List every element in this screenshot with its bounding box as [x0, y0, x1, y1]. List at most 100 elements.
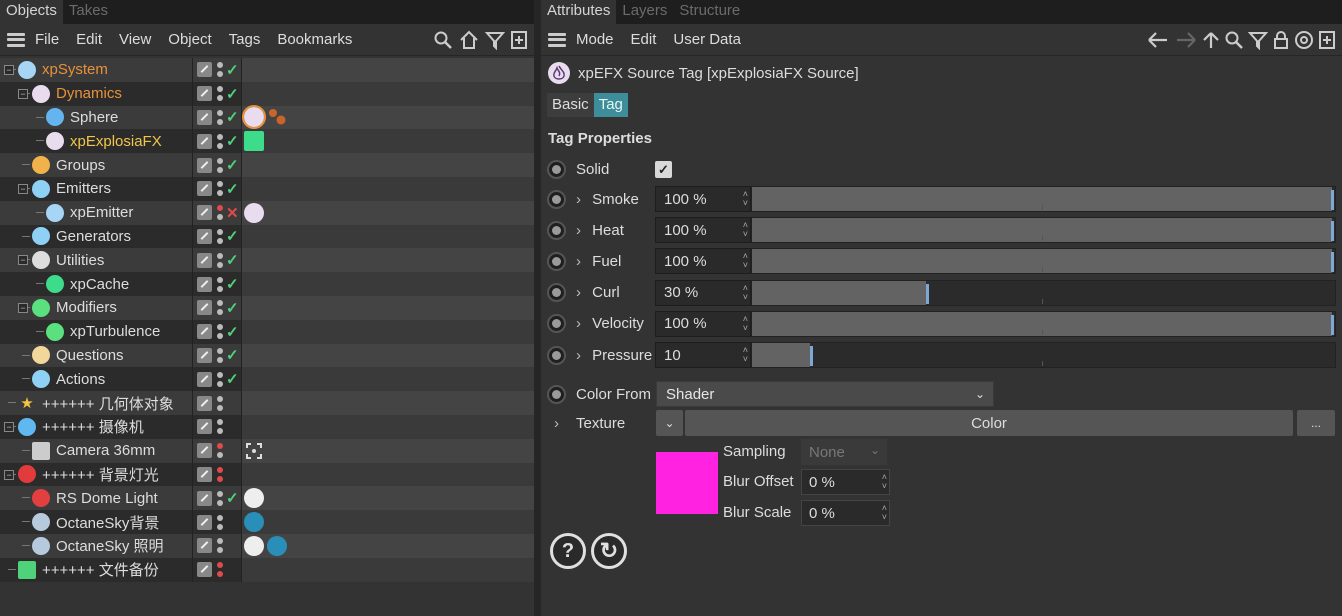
animate-radio[interactable]: [547, 283, 566, 303]
spinner-icon[interactable]: ˄ ˅: [743, 346, 748, 364]
layer-toggle-icon[interactable]: [197, 252, 212, 268]
enabled-check-icon[interactable]: ✓: [226, 108, 239, 126]
layer-toggle-icon[interactable]: [197, 157, 212, 173]
enabled-check-icon[interactable]: ✓: [226, 156, 239, 174]
hamburger-icon[interactable]: [7, 32, 25, 47]
layer-toggle-icon[interactable]: [197, 395, 212, 411]
visibility-dots-icon[interactable]: [217, 443, 223, 459]
disabled-cross-icon[interactable]: ✕: [226, 204, 239, 222]
blur-scale-field[interactable]: 0 % ˄ ˅: [801, 500, 890, 526]
visibility-dots-icon[interactable]: [217, 181, 223, 197]
object-row[interactable]: OctaneSky背景: [0, 510, 534, 534]
object-row[interactable]: − xpSystem ✓: [0, 58, 534, 82]
layer-toggle-icon[interactable]: [197, 133, 212, 149]
enabled-check-icon[interactable]: ✓: [226, 323, 239, 341]
object-name-cell[interactable]: ++++++ 文件备份: [0, 557, 192, 582]
object-name-cell[interactable]: xpTurbulence: [0, 319, 192, 344]
visibility-dots-icon[interactable]: [217, 395, 223, 411]
layer-toggle-icon[interactable]: [197, 514, 212, 530]
reset-icon[interactable]: ↻: [591, 533, 627, 569]
animate-radio[interactable]: [547, 345, 566, 365]
object-row[interactable]: − ++++++ 摄像机: [0, 414, 534, 439]
object-row[interactable]: − Modifiers ✓: [0, 295, 534, 320]
compositing-tag-icon[interactable]: [244, 488, 264, 509]
menu-file[interactable]: File: [35, 31, 59, 48]
sampling-dropdown[interactable]: None ⌄: [801, 439, 887, 465]
object-row[interactable]: Generators ✓: [0, 224, 534, 249]
param-value-field[interactable]: 100 % ˄ ˅: [655, 186, 751, 212]
enabled-check-icon[interactable]: ✓: [226, 370, 239, 388]
spinner-icon[interactable]: ˄ ˅: [743, 190, 748, 208]
object-row[interactable]: − ++++++ 背景灯光: [0, 462, 534, 487]
object-name-cell[interactable]: Camera 36mm: [0, 438, 192, 463]
visibility-dots-icon[interactable]: [217, 490, 223, 506]
layer-toggle-icon[interactable]: [197, 228, 212, 244]
object-name-cell[interactable]: xpExplosiaFX: [0, 129, 192, 154]
object-name-cell[interactable]: Questions: [0, 343, 192, 368]
compositing-tag-icon[interactable]: [244, 535, 264, 556]
animate-radio[interactable]: [547, 220, 566, 240]
tab-basic[interactable]: Basic: [547, 93, 594, 117]
visibility-dots-icon[interactable]: [217, 133, 223, 149]
tab-layers[interactable]: Layers: [616, 0, 673, 24]
slider-knob[interactable]: [1331, 252, 1334, 273]
object-row[interactable]: Questions ✓: [0, 343, 534, 368]
target-icon[interactable]: [1294, 30, 1314, 50]
object-row[interactable]: xpCache ✓: [0, 272, 534, 296]
collapse-toggle-icon[interactable]: −: [4, 421, 14, 432]
home-icon[interactable]: [458, 30, 480, 50]
object-name-cell[interactable]: Actions: [0, 367, 192, 392]
visibility-dots-icon[interactable]: [217, 514, 223, 530]
visibility-dots-icon[interactable]: [217, 300, 223, 316]
solid-checkbox[interactable]: ✓: [655, 160, 672, 178]
object-row[interactable]: Groups ✓: [0, 153, 534, 177]
help-icon[interactable]: ?: [550, 533, 586, 569]
enabled-check-icon[interactable]: ✓: [226, 85, 239, 103]
layer-toggle-icon[interactable]: [197, 538, 212, 554]
visibility-dots-icon[interactable]: [217, 157, 223, 173]
object-row[interactable]: xpEmitter ✕: [0, 200, 534, 225]
object-name-cell[interactable]: − xpSystem: [0, 58, 192, 82]
animate-radio[interactable]: [547, 314, 566, 334]
lock-icon[interactable]: [1272, 30, 1290, 50]
object-name-cell[interactable]: OctaneSky 照明: [0, 533, 192, 558]
object-name-cell[interactable]: OctaneSky背景: [0, 510, 192, 534]
enabled-check-icon[interactable]: ✓: [226, 132, 239, 150]
layer-toggle-icon[interactable]: [197, 324, 212, 340]
slider-knob[interactable]: [1331, 221, 1334, 242]
octane-environment-tag-icon[interactable]: [267, 535, 287, 556]
object-row[interactable]: Camera 36mm: [0, 438, 534, 463]
visibility-dots-icon[interactable]: [217, 324, 223, 340]
layer-toggle-icon[interactable]: [197, 443, 212, 459]
object-name-cell[interactable]: RS Dome Light: [0, 486, 192, 511]
slider-knob[interactable]: [810, 346, 813, 366]
filter-icon[interactable]: [485, 30, 505, 50]
animate-radio[interactable]: [547, 384, 566, 404]
visibility-dots-icon[interactable]: [217, 276, 223, 292]
visibility-dots-icon[interactable]: [217, 419, 223, 435]
slider-knob[interactable]: [1331, 314, 1334, 335]
layer-toggle-icon[interactable]: [197, 86, 212, 102]
new-panel-icon[interactable]: [1318, 30, 1336, 50]
param-slider[interactable]: [751, 217, 1336, 244]
object-row[interactable]: RS Dome Light ✓: [0, 486, 534, 511]
visibility-dots-icon[interactable]: [217, 62, 223, 78]
menu-bookmarks[interactable]: Bookmarks: [277, 31, 352, 48]
visibility-dots-icon[interactable]: [217, 538, 223, 554]
object-row[interactable]: OctaneSky 照明: [0, 533, 534, 558]
layer-toggle-icon[interactable]: [197, 490, 212, 506]
tab-attributes[interactable]: Attributes: [541, 0, 617, 24]
param-slider[interactable]: [751, 342, 1336, 368]
enabled-check-icon[interactable]: ✓: [226, 61, 239, 79]
layer-toggle-icon[interactable]: [197, 419, 212, 435]
enabled-check-icon[interactable]: ✓: [226, 275, 239, 293]
object-name-cell[interactable]: xpEmitter: [0, 200, 192, 225]
expand-chevron-icon[interactable]: ›: [547, 415, 566, 432]
menu-object[interactable]: Object: [168, 31, 211, 48]
material-balls-icon[interactable]: [267, 107, 287, 127]
slider-knob[interactable]: [926, 283, 929, 304]
param-value-field[interactable]: 100 % ˄ ˅: [655, 248, 751, 275]
collapse-toggle-icon[interactable]: −: [18, 88, 28, 99]
layer-toggle-icon[interactable]: [197, 205, 212, 221]
enabled-check-icon[interactable]: ✓: [226, 251, 239, 269]
